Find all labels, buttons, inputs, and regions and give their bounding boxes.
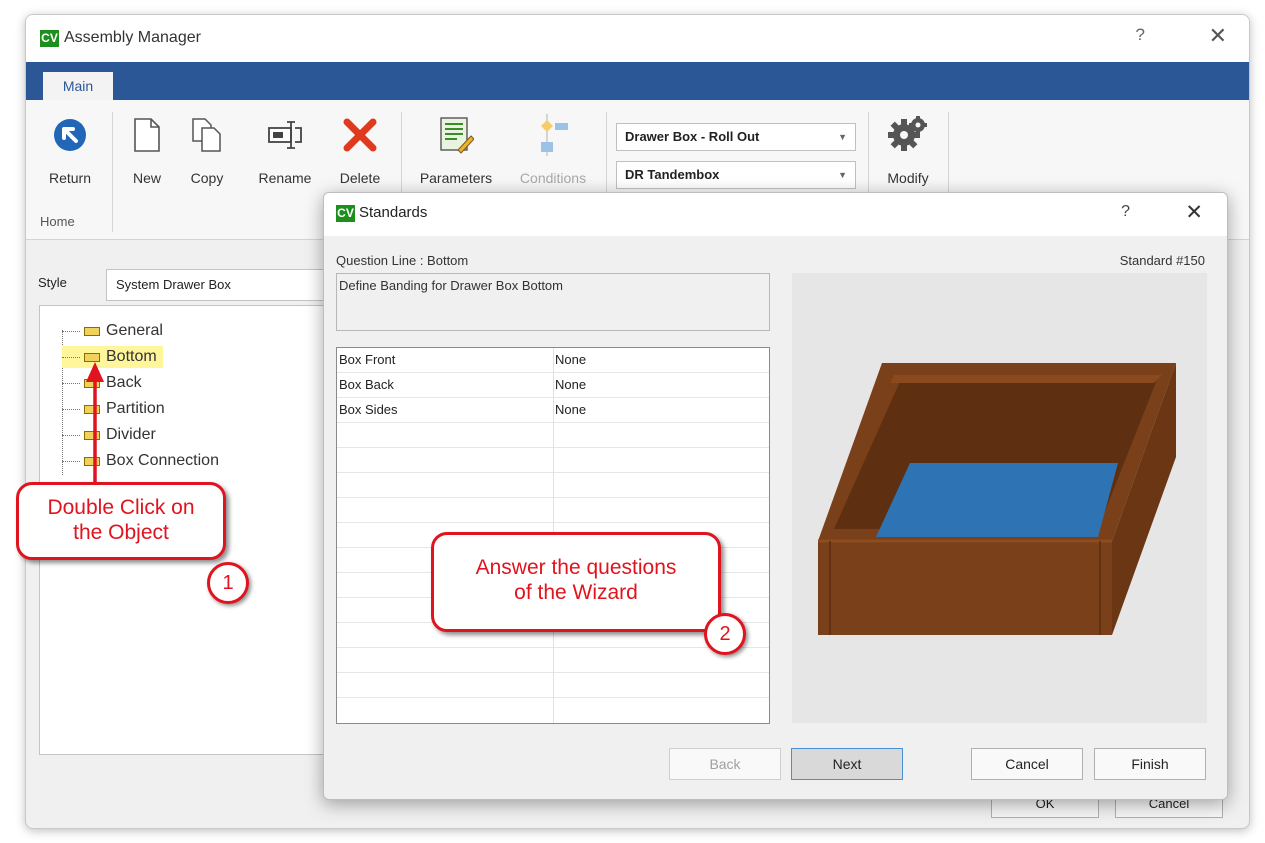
callout-arrow xyxy=(86,362,104,486)
callout-double-click: Double Click on the Object xyxy=(16,482,226,560)
step-number-2-badge: 2 xyxy=(704,613,746,655)
callout-1-line-1: Double Click on xyxy=(47,496,195,519)
callout-2-line-1: Answer the questions xyxy=(475,556,677,579)
callout-2-line-2: of the Wizard xyxy=(514,581,638,604)
step-number-1-badge: 1 xyxy=(207,562,249,604)
callout-1-line-2: the Object xyxy=(73,521,169,544)
callout-answer-questions: Answer the questions of the Wizard xyxy=(431,532,721,632)
